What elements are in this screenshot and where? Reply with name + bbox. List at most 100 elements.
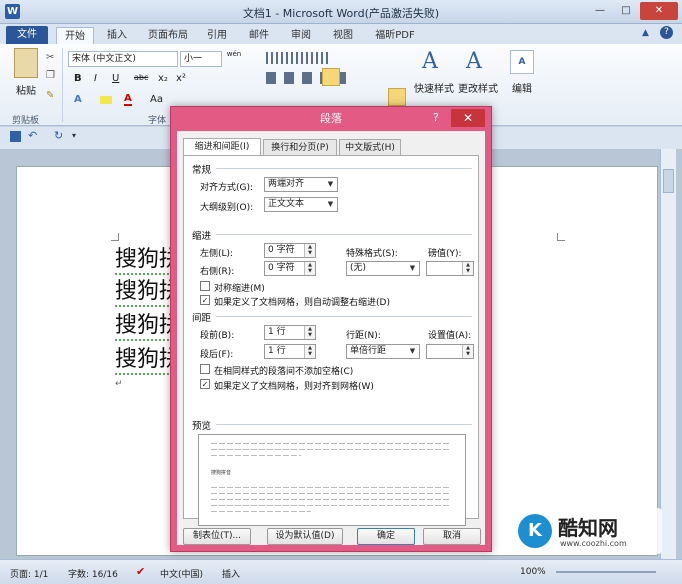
space-after-spinner[interactable]: 1 行 ▲ ▼	[264, 344, 316, 359]
no-space-same-style-checkbox[interactable]	[200, 364, 210, 374]
outline-level-select[interactable]: 正文文本 ▼	[264, 197, 338, 212]
spinner-arrows-icon[interactable]: ▲ ▼	[304, 326, 315, 339]
cut-icon[interactable]: ✂	[46, 52, 54, 63]
tab-references[interactable]: 引用	[202, 27, 232, 44]
cancel-button[interactable]: 取消	[423, 528, 481, 545]
group-divider	[62, 48, 63, 122]
scrollbar-thumb[interactable]	[663, 169, 674, 193]
find-icon[interactable]: A	[510, 50, 534, 74]
change-styles-icon[interactable]: A	[466, 49, 482, 74]
spinner-arrows-icon[interactable]: ▲ ▼	[304, 262, 315, 275]
auto-adjust-checkbox[interactable]: ✓	[200, 295, 210, 305]
redo-icon[interactable]: ↻	[54, 129, 63, 142]
change-styles-label[interactable]: 更改样式	[458, 80, 498, 95]
editing-label[interactable]: 编辑	[506, 80, 538, 95]
special-indent-select[interactable]: (无) ▼	[346, 261, 420, 276]
mirror-indents-label[interactable]: 对称缩进(M)	[214, 281, 265, 294]
spinner-arrows-icon[interactable]: ▲ ▼	[462, 345, 473, 358]
highlight-icon[interactable]	[100, 96, 112, 104]
line-spacing-value: 单倍行距	[350, 346, 387, 356]
superscript-button[interactable]: x²	[176, 73, 186, 84]
tab-review[interactable]: 审阅	[286, 27, 316, 44]
section-divider	[216, 234, 472, 235]
section-divider	[216, 424, 472, 425]
spinner-arrows-icon[interactable]: ▲ ▼	[304, 244, 315, 257]
tab-file[interactable]: 文件	[6, 26, 48, 44]
auto-adjust-label[interactable]: 如果定义了文档网格，则自动调整右缩进(D)	[214, 295, 390, 308]
right-indent-spinner[interactable]: 0 字符 ▲ ▼	[264, 261, 316, 276]
subscript-button[interactable]: x₂	[158, 73, 168, 84]
underline-button[interactable]: U	[112, 73, 119, 84]
list-buttons-icon[interactable]	[266, 52, 328, 64]
tab-home[interactable]: 开始	[56, 27, 94, 44]
mirror-indents-checkbox[interactable]	[200, 281, 210, 291]
tab-asian-typography[interactable]: 中文版式(H)	[339, 139, 401, 156]
dialog-help-button[interactable]: ?	[433, 109, 439, 127]
help-icon[interactable]: ?	[660, 26, 673, 39]
proofing-icon[interactable]: ✔	[136, 565, 145, 578]
close-window-button[interactable]: ✕	[640, 2, 678, 20]
paste-label[interactable]: 粘贴	[10, 82, 42, 97]
paste-icon[interactable]	[14, 48, 38, 78]
status-words[interactable]: 字数: 16/16	[68, 567, 118, 580]
preview-line	[211, 487, 451, 488]
set-default-button[interactable]: 设为默认值(D)	[267, 528, 343, 545]
alignment-select[interactable]: 两端对齐 ▼	[264, 177, 338, 192]
paragraph-dialog: 段落 ? ✕ 缩进和间距(I) 换行和分页(P) 中文版式(H) 常规 对齐方式…	[170, 106, 492, 552]
quick-styles-icon[interactable]: A	[422, 49, 438, 74]
zoom-slider[interactable]	[556, 571, 656, 573]
spinner-arrows-icon[interactable]: ▲ ▼	[462, 262, 473, 275]
ribbon-tab-bar: 文件 开始 插入 页面布局 引用 邮件 审阅 视图 福昕PDF ▲ ?	[0, 24, 682, 44]
font-color-button[interactable]: A	[124, 93, 132, 106]
chevron-down-icon: ▼	[409, 347, 416, 355]
maximize-button[interactable]: □	[614, 2, 638, 20]
tab-page-layout[interactable]: 页面布局	[142, 27, 194, 44]
preview-line	[211, 443, 451, 444]
status-insert-mode[interactable]: 插入	[222, 567, 240, 580]
tab-view[interactable]: 视图	[328, 27, 358, 44]
ribbon-collapse-icon[interactable]: ▲	[642, 28, 649, 38]
left-indent-spinner[interactable]: 0 字符 ▲ ▼	[264, 243, 316, 258]
copy-icon[interactable]: ❐	[46, 70, 55, 81]
no-space-same-style-label[interactable]: 在相同样式的段落间不添加空格(C)	[214, 364, 353, 377]
indent-section-label: 缩进	[192, 231, 212, 242]
spinner-arrows-icon[interactable]: ▲ ▼	[304, 345, 315, 358]
vertical-scrollbar[interactable]	[660, 149, 676, 559]
change-case-button[interactable]: Aa	[150, 94, 163, 105]
italic-button[interactable]: I	[94, 73, 97, 84]
save-icon[interactable]	[10, 131, 21, 142]
tab-mailings[interactable]: 邮件	[244, 27, 274, 44]
status-language[interactable]: 中文(中国)	[160, 567, 203, 580]
tabs-button[interactable]: 制表位(T)...	[183, 528, 251, 545]
font-name-combo[interactable]: 宋体 (中文正文)	[68, 51, 178, 67]
preview-line	[211, 499, 451, 500]
tab-foxit-pdf[interactable]: 福昕PDF	[370, 27, 420, 44]
general-section-label: 常规	[192, 165, 212, 176]
quick-styles-label[interactable]: 快速样式	[414, 80, 454, 95]
preview-line	[211, 449, 451, 450]
zoom-level[interactable]: 100%	[520, 567, 546, 577]
minimize-button[interactable]: —	[588, 2, 612, 20]
space-before-spinner[interactable]: 1 行 ▲ ▼	[264, 325, 316, 340]
line-spacing-select[interactable]: 单倍行距 ▼	[346, 344, 420, 359]
spacing-at-spinner[interactable]: ▲ ▼	[426, 344, 474, 359]
qat-dropdown-icon[interactable]: ▾	[72, 131, 76, 140]
justify-button[interactable]	[322, 68, 340, 86]
format-painter-icon[interactable]: ✎	[46, 90, 54, 101]
dialog-close-button[interactable]: ✕	[451, 109, 485, 127]
indent-by-spinner[interactable]: ▲ ▼	[426, 261, 474, 276]
tab-insert[interactable]: 插入	[100, 27, 134, 44]
undo-icon[interactable]: ↶	[28, 129, 37, 142]
strikethrough-button[interactable]: abc	[134, 73, 148, 82]
status-page[interactable]: 页面: 1/1	[10, 567, 48, 580]
tab-indents-spacing[interactable]: 缩进和间距(I)	[183, 138, 261, 156]
ok-button[interactable]: 确定	[357, 528, 415, 545]
text-effects-button[interactable]: A	[74, 94, 82, 105]
bold-button[interactable]: B	[74, 73, 82, 84]
snap-to-grid-checkbox[interactable]: ✓	[200, 379, 210, 389]
snap-to-grid-label[interactable]: 如果定义了文档网格，则对齐到网格(W)	[214, 379, 374, 392]
font-size-combo[interactable]: 小一	[180, 51, 222, 67]
phonetic-guide-icon[interactable]: wén	[226, 50, 242, 58]
tab-line-page-breaks[interactable]: 换行和分页(P)	[263, 139, 337, 156]
show-marks-button[interactable]	[388, 88, 406, 106]
